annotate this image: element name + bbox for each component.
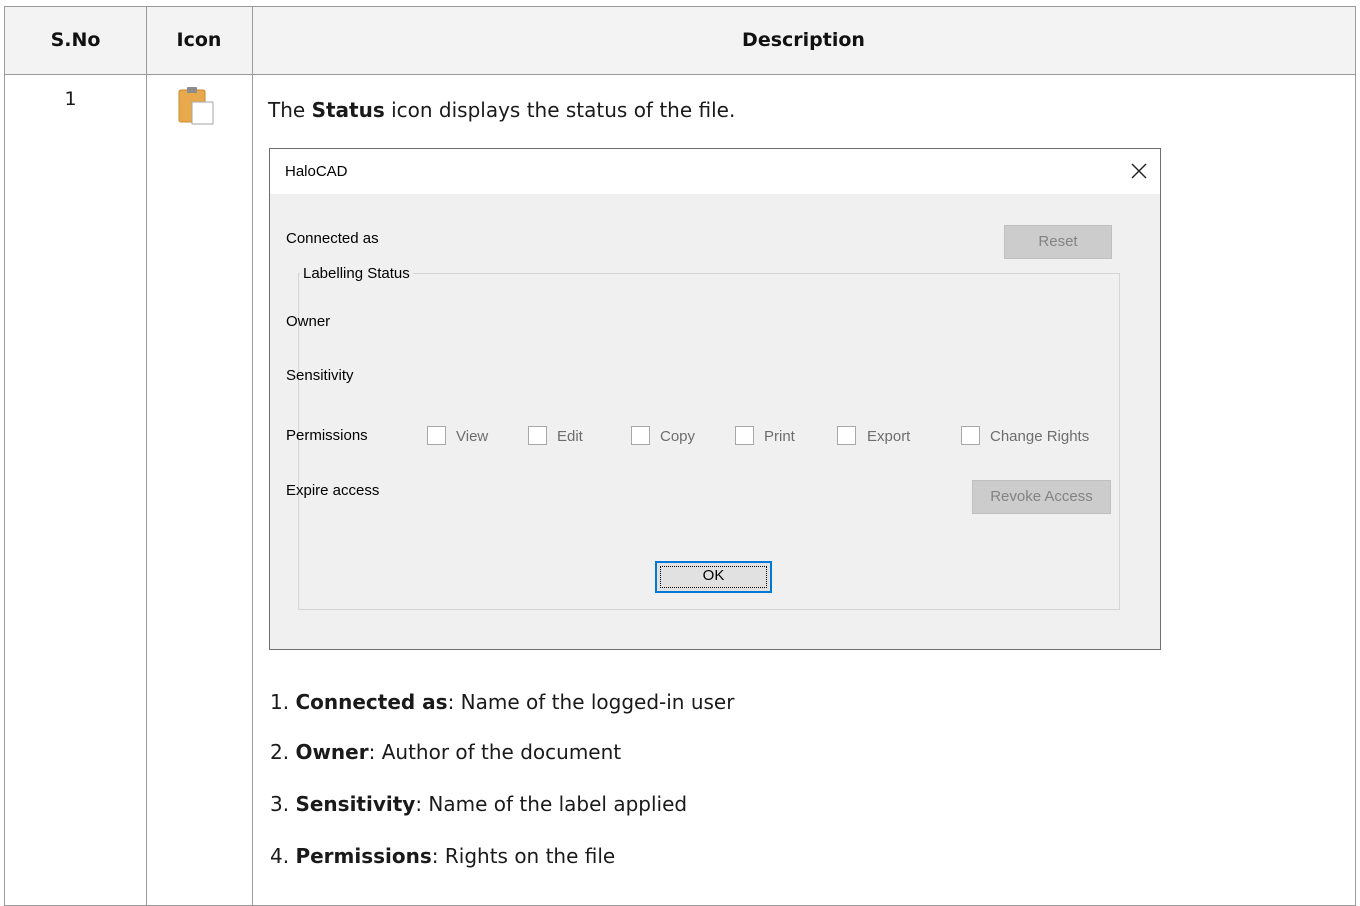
column-divider (252, 7, 253, 905)
dialog-titlebar: HaloCAD (270, 149, 1160, 194)
header-description: Description (742, 29, 865, 51)
list-item-connected-as: 1. Connected as: Name of the logged-in u… (270, 690, 735, 714)
list-item-permissions: 4. Permissions: Rights on the file (270, 844, 616, 868)
row-number: 1 (64, 88, 77, 110)
status-description: The Status icon displays the status of t… (268, 98, 736, 122)
print-checkbox[interactable] (735, 426, 754, 445)
owner-label: Owner (286, 313, 331, 330)
edit-checkbox[interactable] (528, 426, 547, 445)
dialog-title: HaloCAD (285, 163, 348, 180)
list-item-owner: 2. Owner: Author of the document (270, 740, 622, 764)
reset-button[interactable]: Reset (1004, 225, 1112, 259)
sensitivity-label: Sensitivity (286, 367, 354, 384)
table-header-row: S.No Icon Description (5, 7, 1355, 75)
change-rights-label: Change Rights (990, 428, 1090, 445)
status-clipboard-icon (178, 87, 214, 125)
connected-as-label: Connected as (286, 230, 379, 247)
expire-access-label: Expire access (286, 482, 380, 499)
export-label: Export (867, 428, 911, 445)
header-icon: Icon (176, 29, 222, 51)
labelling-status-title: Labelling Status (300, 265, 413, 282)
copy-label: Copy (660, 428, 696, 445)
change-rights-checkbox[interactable] (961, 426, 980, 445)
copy-checkbox[interactable] (631, 426, 650, 445)
ok-button[interactable]: OK (655, 561, 772, 593)
close-icon[interactable] (1126, 158, 1152, 184)
export-checkbox[interactable] (837, 426, 856, 445)
halocad-status-dialog: HaloCAD Connected as Reset Labelling Sta… (269, 148, 1161, 650)
view-checkbox[interactable] (427, 426, 446, 445)
header-sno: S.No (50, 29, 101, 51)
column-divider (146, 7, 147, 905)
status-term: Status (311, 98, 385, 122)
print-label: Print (764, 428, 795, 445)
view-label: View (456, 428, 489, 445)
ok-focus-ring (660, 566, 767, 588)
revoke-access-button[interactable]: Revoke Access (972, 480, 1111, 514)
list-item-sensitivity: 3. Sensitivity: Name of the label applie… (270, 792, 688, 816)
edit-label: Edit (557, 428, 583, 445)
permissions-label: Permissions (286, 427, 368, 444)
